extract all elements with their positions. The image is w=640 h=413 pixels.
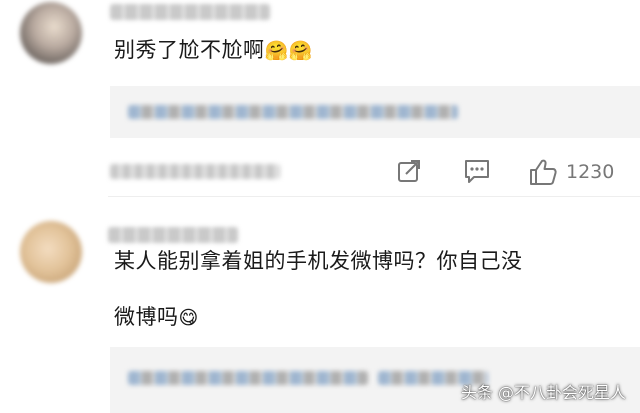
comment-button[interactable] [463, 158, 491, 184]
share-button[interactable] [396, 158, 422, 184]
username-blurred[interactable] [110, 4, 270, 20]
tongue-emoji: 😋 [178, 307, 199, 329]
like-count: 1230 [566, 161, 615, 183]
reply-preview-blurred [128, 105, 458, 119]
avatar[interactable] [20, 221, 82, 283]
username-blurred[interactable] [108, 227, 238, 243]
comment-body: 别秀了尬不尬啊 [114, 38, 265, 62]
reply-preview-blurred [128, 371, 368, 385]
comment-text: 别秀了尬不尬啊🤗🤗 [114, 34, 313, 67]
timestamp-blurred [110, 164, 280, 179]
like-icon [528, 158, 558, 186]
comment-body-line2: 微博吗 [114, 305, 179, 329]
avatar[interactable] [20, 2, 82, 64]
watermark: 头条 @不八卦会死星人 [460, 383, 626, 402]
comment-body-line1: 某人能别拿着姐的手机发微博吗？你自己没 [114, 249, 523, 273]
share-icon [396, 158, 422, 184]
comment-item: 别秀了尬不尬啊🤗🤗 1230 [0, 0, 640, 197]
comment-text: 微博吗😋 [114, 301, 199, 334]
reply-preview-box[interactable] [110, 86, 640, 138]
comment-icon [463, 158, 491, 184]
comment-text: 某人能别拿着姐的手机发微博吗？你自己没 [114, 245, 523, 277]
like-button[interactable]: 1230 [528, 158, 614, 186]
hug-emoji: 🤗🤗 [264, 40, 313, 62]
